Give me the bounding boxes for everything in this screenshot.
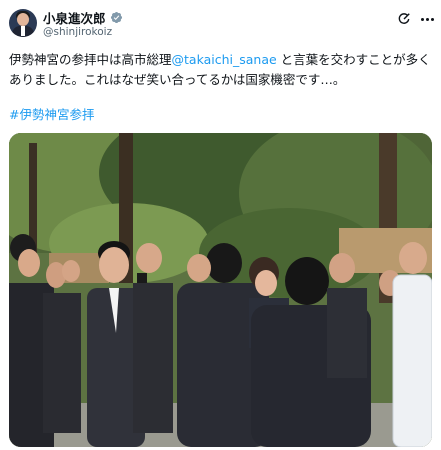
author-display-name[interactable]: 小泉進次郎: [43, 8, 106, 27]
grok-icon[interactable]: [397, 12, 411, 26]
mention-link[interactable]: @takaichi_sanae: [172, 52, 277, 67]
avatar-face: [17, 13, 29, 26]
hashtag-link[interactable]: #伊勢神宮参拝: [9, 104, 94, 123]
post-photo[interactable]: [9, 133, 432, 447]
post-text-part1: 伊勢神宮の参拝中は高市総理: [9, 52, 172, 67]
post-text-part2: と言葉を交わすことが多く: [276, 52, 431, 67]
avatar-shirt: [21, 26, 25, 36]
verified-badge-icon: [110, 11, 122, 23]
post-text-part3: ありました。これはなぜ笑い合ってるかは国家機密です…。: [9, 72, 346, 87]
post-header: 小泉進次郎 @shinjirokoiz: [9, 8, 435, 42]
author-name-row: 小泉進次郎: [43, 8, 123, 27]
more-icon[interactable]: [421, 16, 435, 22]
photo-illustration: [9, 133, 432, 447]
avatar[interactable]: [9, 9, 37, 37]
post-text: 伊勢神宮の参拝中は高市総理@takaichi_sanae と言葉を交わすことが多…: [9, 50, 433, 90]
author-handle[interactable]: @shinjirokoiz: [43, 26, 112, 38]
